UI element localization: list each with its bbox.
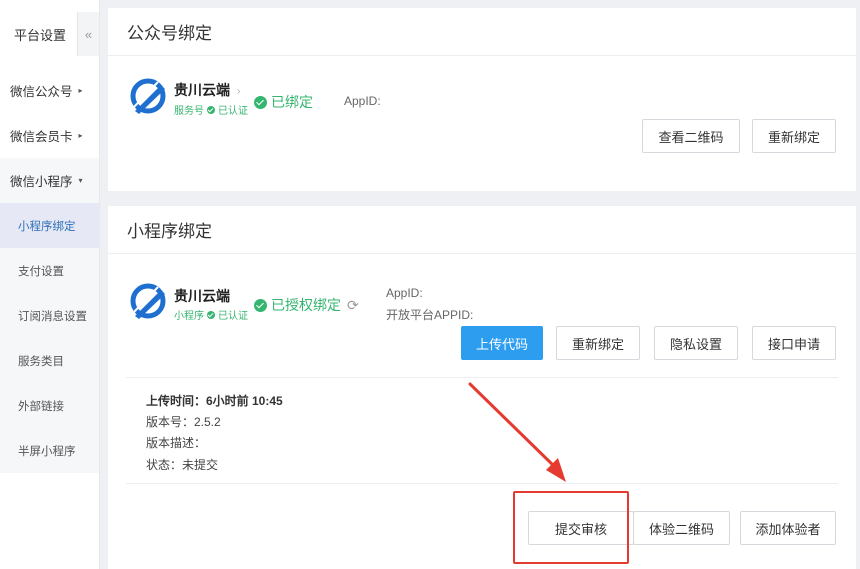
upload-code-button[interactable]: 上传代码	[461, 326, 543, 360]
caret-right-icon: ▸	[78, 86, 83, 95]
account-type: 小程序	[174, 311, 204, 322]
appid-label: AppID:	[386, 286, 423, 300]
nav-item-half-screen-mini-program[interactable]: 半屏小程序	[0, 428, 99, 473]
mini-program-meta: 小程序 已认证	[174, 307, 248, 322]
submit-review-button[interactable]: 提交审核	[528, 511, 634, 545]
mini-program-name: 贵川云端	[174, 288, 230, 304]
hidden-text-mark: ›	[237, 86, 241, 97]
nav-group-label: 微信公众号	[10, 85, 73, 99]
auth-bind-status: 已授权绑定 ⟳	[254, 295, 359, 315]
bind-status: 已绑定	[254, 92, 313, 112]
official-account-card: 公众号绑定 贵川云端 › 服务号 已认证 已绑定 AppID: 查看二维码 重新…	[108, 8, 856, 191]
verified-check-icon	[207, 310, 215, 319]
version-description: 版本描述：	[146, 436, 207, 450]
auth-bind-status-text: 已授权绑定	[271, 297, 341, 313]
sidebar-title: 平台设置	[14, 27, 67, 43]
nav-sub-list: 小程序绑定 支付设置 订阅消息设置 服务类目 外部链接 半屏小程序	[0, 203, 99, 473]
mini-program-logo-icon	[130, 283, 166, 319]
mini-program-card: 小程序绑定 贵川云端 小程序 已认证 已授权绑定 ⟳ AppID: 开放平台AP…	[108, 206, 856, 569]
verified-label: 已认证	[218, 311, 248, 322]
version-status: 状态：未提交	[146, 458, 219, 472]
account-logo-icon	[130, 78, 166, 114]
open-platform-appid-label: 开放平台APPID:	[386, 308, 474, 322]
rebind-official-button[interactable]: 重新绑定	[752, 119, 836, 153]
view-qrcode-button[interactable]: 查看二维码	[642, 119, 740, 153]
nav-group-label: 微信会员卡	[10, 130, 73, 144]
account-name: 贵川云端	[174, 82, 230, 98]
check-circle-icon	[254, 95, 267, 109]
section-title: 公众号绑定	[108, 8, 856, 56]
bind-status-text: 已绑定	[271, 94, 313, 110]
nav-item-mini-program-binding[interactable]: 小程序绑定	[0, 203, 99, 248]
nav-item-subscription-messages[interactable]: 订阅消息设置	[0, 293, 99, 338]
verified-label: 已认证	[218, 106, 248, 117]
collapse-sidebar-icon[interactable]: «	[77, 12, 99, 56]
appid-label: AppID:	[344, 94, 381, 108]
account-type: 服务号	[174, 106, 204, 117]
verified-check-icon	[207, 105, 215, 114]
refresh-icon[interactable]: ⟳	[347, 297, 359, 314]
check-circle-icon	[254, 298, 267, 312]
section-title: 小程序绑定	[108, 206, 856, 254]
rebind-mini-program-button[interactable]: 重新绑定	[556, 326, 640, 360]
sidebar-header: 平台设置 «	[0, 0, 99, 68]
sidebar: 平台设置 « 微信公众号 ▸ 微信会员卡 ▸ 微信小程序 ▾ 小程序绑定 支付设置 订…	[0, 0, 100, 569]
divider	[126, 377, 838, 378]
nav-group-label: 微信小程序	[10, 175, 73, 189]
add-tester-button[interactable]: 添加体验者	[740, 511, 836, 545]
caret-right-icon: ▸	[78, 131, 83, 140]
nav-group-member-card[interactable]: 微信会员卡 ▸	[0, 113, 99, 158]
account-meta: 服务号 已认证	[174, 102, 248, 117]
upload-time: 上传时间：6小时前 10:45	[146, 394, 283, 408]
nav-group-official-account[interactable]: 微信公众号 ▸	[0, 68, 99, 113]
privacy-settings-button[interactable]: 隐私设置	[654, 326, 738, 360]
version-number: 版本号：2.5.2	[146, 415, 221, 429]
api-application-button[interactable]: 接口申请	[752, 326, 836, 360]
divider	[126, 483, 838, 484]
trial-qrcode-button[interactable]: 体验二维码	[633, 511, 730, 545]
nav-item-payment-settings[interactable]: 支付设置	[0, 248, 99, 293]
nav-group-mini-program[interactable]: 微信小程序 ▾	[0, 158, 99, 203]
nav-item-service-categories[interactable]: 服务类目	[0, 338, 99, 383]
caret-down-icon: ▾	[78, 176, 83, 185]
nav-item-external-links[interactable]: 外部链接	[0, 383, 99, 428]
